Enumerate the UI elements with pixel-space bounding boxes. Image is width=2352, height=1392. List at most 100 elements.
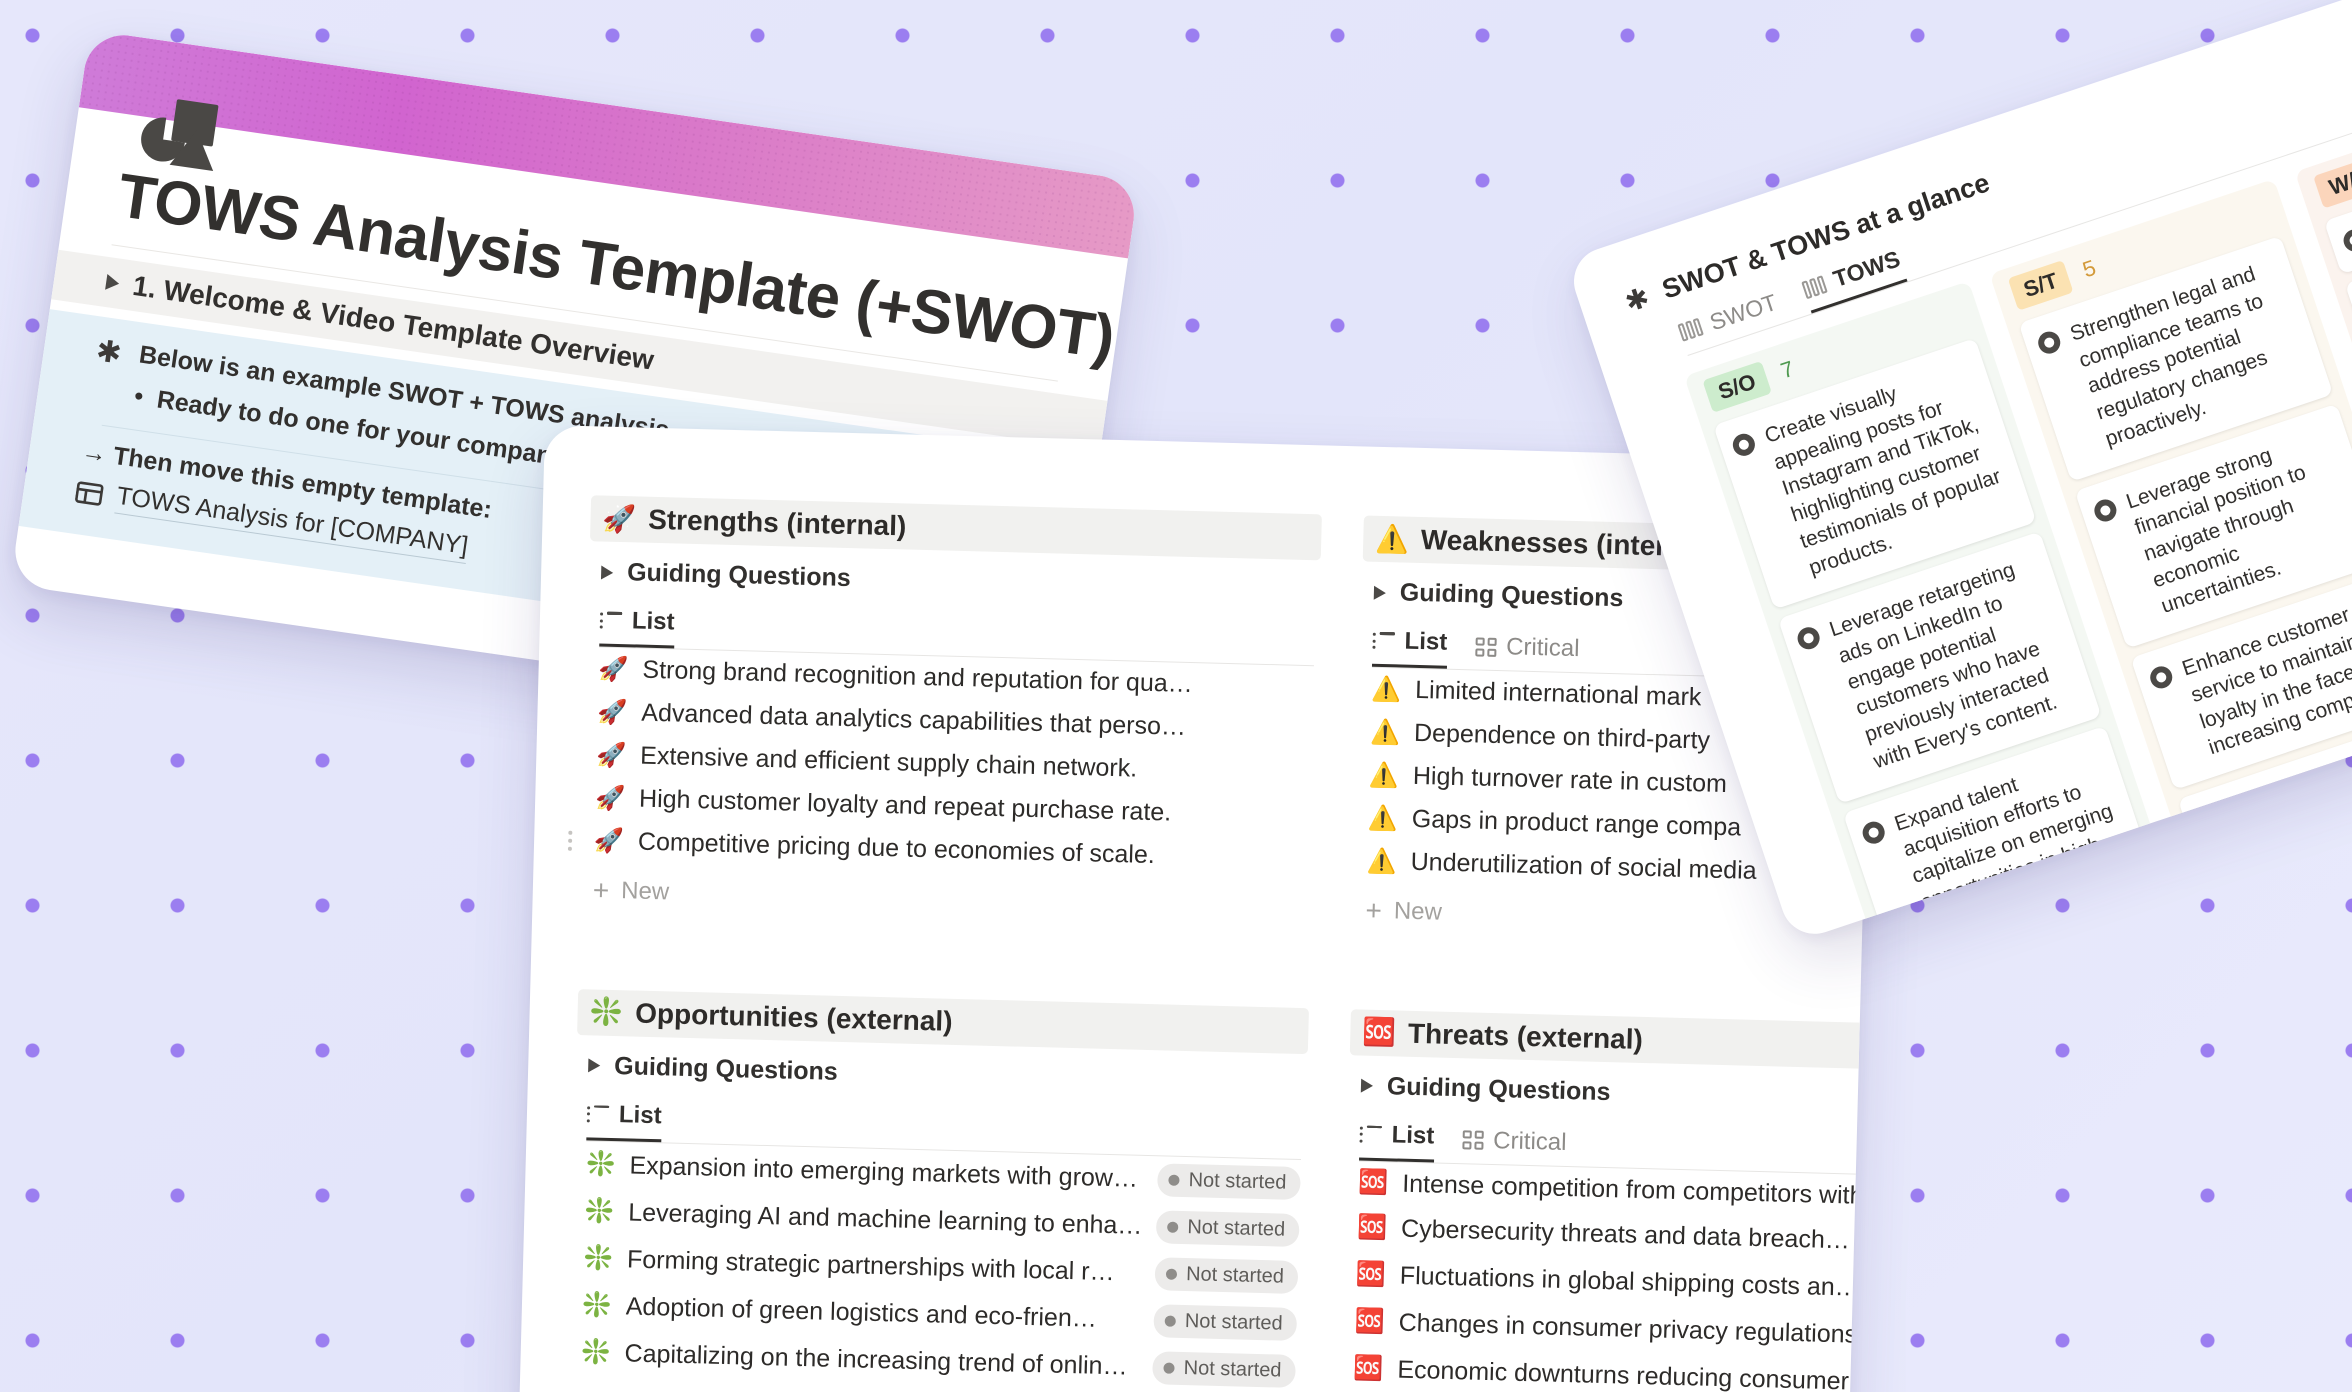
triangle-right-icon[interactable] — [1360, 1078, 1374, 1093]
asterisk-icon: ✱ — [93, 334, 124, 371]
guiding-questions-label: Guiding Questions — [626, 558, 852, 593]
rocket-icon: 🚀 — [598, 654, 629, 683]
drag-handle-icon[interactable] — [29, 257, 48, 283]
status-label: Not started — [1183, 1356, 1282, 1382]
table-icon — [75, 481, 104, 506]
radio-icon — [2340, 226, 2352, 255]
tab-label: List — [631, 607, 675, 636]
sos-icon: 🆘 — [1354, 1307, 1386, 1336]
tab-list[interactable]: List — [1359, 1120, 1435, 1163]
rocket-icon: 🚀 — [593, 826, 625, 855]
rocket-icon: 🚀 — [596, 740, 627, 769]
card-text: Leverage retargeting ads on LinkedIn to … — [1826, 558, 2061, 774]
tows-card-item[interactable]: Implement a targeted multichannel Google… — [1907, 919, 2205, 943]
sparkle-icon: ❇️ — [589, 996, 624, 1028]
triangle-right-icon[interactable] — [588, 1058, 601, 1073]
grid-icon — [1474, 636, 1497, 657]
list-icon — [586, 1105, 610, 1124]
page-background: TOWS Analysis Template (+SWOT) + 1. Welc… — [0, 0, 2352, 1392]
rocket-icon: 🚀 — [597, 697, 628, 726]
grid-icon — [1461, 1130, 1484, 1150]
sparkle-icon: ❇️ — [585, 1150, 616, 1179]
list-icon — [599, 611, 623, 631]
rocket-icon: 🚀 — [602, 503, 637, 534]
status-dot-icon — [1167, 1221, 1179, 1233]
guiding-questions-label: Guiding Questions — [1386, 1071, 1611, 1106]
radio-icon — [2147, 663, 2176, 692]
item-text: High turnover rate in custom — [1412, 761, 1728, 799]
plus-icon: + — [592, 874, 610, 906]
warning-icon: ⚠️ — [1374, 523, 1410, 555]
notion-shapes-logo-icon — [141, 99, 219, 172]
status-dot-icon — [1164, 1315, 1177, 1327]
item-text: Fluctuations in global shipping costs an… — [1399, 1261, 1861, 1302]
sos-icon: 🆘 — [1361, 1016, 1397, 1048]
tab-list[interactable]: List — [1371, 626, 1448, 669]
asterisk-icon: ✱ — [1621, 281, 1654, 319]
tab-critical[interactable]: Critical — [1461, 1126, 1567, 1166]
item-text: Competitive pricing due to economies of … — [637, 827, 1156, 870]
radio-icon — [1794, 624, 1823, 653]
radio-icon — [2091, 496, 2120, 525]
item-text: Leveraging AI and machine learning to en… — [627, 1197, 1143, 1240]
quadrant-title: Strengths (internal) — [647, 503, 907, 542]
item-text: Limited international mark — [1414, 675, 1702, 712]
status-label: Not started — [1185, 1262, 1285, 1288]
column-key: W/O — [2313, 154, 2352, 209]
board-icon — [1801, 274, 1828, 299]
triangle-right-icon[interactable] — [600, 565, 614, 580]
item-text: Intense competition from competitors wit… — [1401, 1169, 1875, 1210]
item-text: Changes in consumer privacy regulations … — [1398, 1308, 1875, 1350]
status-label: Not started — [1188, 1168, 1287, 1194]
status-label: Not started — [1187, 1215, 1286, 1241]
status-badge[interactable]: Not started — [1152, 1350, 1296, 1388]
sparkle-icon: ❇️ — [581, 1291, 613, 1320]
item-text: Cybersecurity threats and data breach… — [1400, 1214, 1851, 1254]
card-text: Create visually appealing posts for Inst… — [1761, 382, 2004, 580]
list-icon — [1359, 1125, 1382, 1144]
status-dot-icon — [1165, 1268, 1178, 1280]
radio-icon — [1859, 818, 1888, 847]
quadrant-opportunities: ❇️ Opportunities (external) Guiding Ques… — [567, 923, 1311, 1392]
quadrant-title: Threats (external) — [1407, 1017, 1644, 1055]
warning-icon: ⚠️ — [1367, 804, 1399, 832]
column-count: 7 — [1777, 355, 1798, 384]
list-rows: 🚀 Strong brand recognition and reputation… — [567, 647, 1318, 881]
item-text: High customer loyalty and repeat purchas… — [638, 784, 1172, 827]
sos-icon: 🆘 — [1358, 1168, 1389, 1197]
quadrant-threats: 🆘 Threats (external) Guiding Questions L… — [1339, 943, 1875, 1392]
triangle-right-icon[interactable] — [105, 273, 121, 292]
item-text: Advanced data analytics capabilities tha… — [641, 698, 1187, 741]
list-rows: ❇️ Expansion into emerging markets with g… — [568, 1141, 1305, 1392]
tab-label: List — [1404, 627, 1448, 656]
item-text: Underutilization of social media — [1410, 847, 1757, 885]
column-key: S/T — [2007, 259, 2074, 311]
status-badge[interactable]: Not started — [1157, 1162, 1301, 1200]
tab-list[interactable]: List — [599, 606, 675, 649]
tab-label: Critical — [1505, 633, 1580, 663]
tab-label: List — [618, 1100, 662, 1129]
sparkle-icon: ❇️ — [580, 1338, 611, 1367]
tab-critical[interactable]: Critical — [1474, 632, 1580, 672]
warning-icon: ⚠️ — [1369, 718, 1401, 746]
tab-label: List — [1391, 1120, 1435, 1150]
status-badge[interactable]: Not started — [1153, 1303, 1298, 1341]
card-text: Implement a targeted multichannel Google… — [1956, 937, 2187, 943]
new-label: New — [620, 877, 670, 906]
quadrant-strengths: 🚀 Strengths (internal) Guiding Questions… — [567, 491, 1322, 941]
item-text: Extensive and efficient supply chain net… — [639, 741, 1138, 783]
status-badge[interactable]: Not started — [1155, 1209, 1300, 1247]
list-icon — [1372, 631, 1395, 651]
tab-label: TOWS — [1830, 245, 1904, 292]
block-controls[interactable]: + — [10, 248, 48, 286]
tab-list[interactable]: List — [586, 1099, 662, 1142]
status-badge[interactable]: Not started — [1154, 1256, 1299, 1294]
radio-icon — [2194, 804, 2223, 833]
drag-handle-icon[interactable] — [567, 830, 573, 851]
column-key: S/O — [1702, 360, 1772, 413]
add-block-icon[interactable]: + — [10, 248, 19, 283]
triangle-right-icon[interactable] — [1373, 585, 1387, 600]
status-label: Not started — [1184, 1309, 1283, 1335]
warning-icon: ⚠️ — [1370, 675, 1402, 703]
column-count: 5 — [2079, 254, 2099, 283]
